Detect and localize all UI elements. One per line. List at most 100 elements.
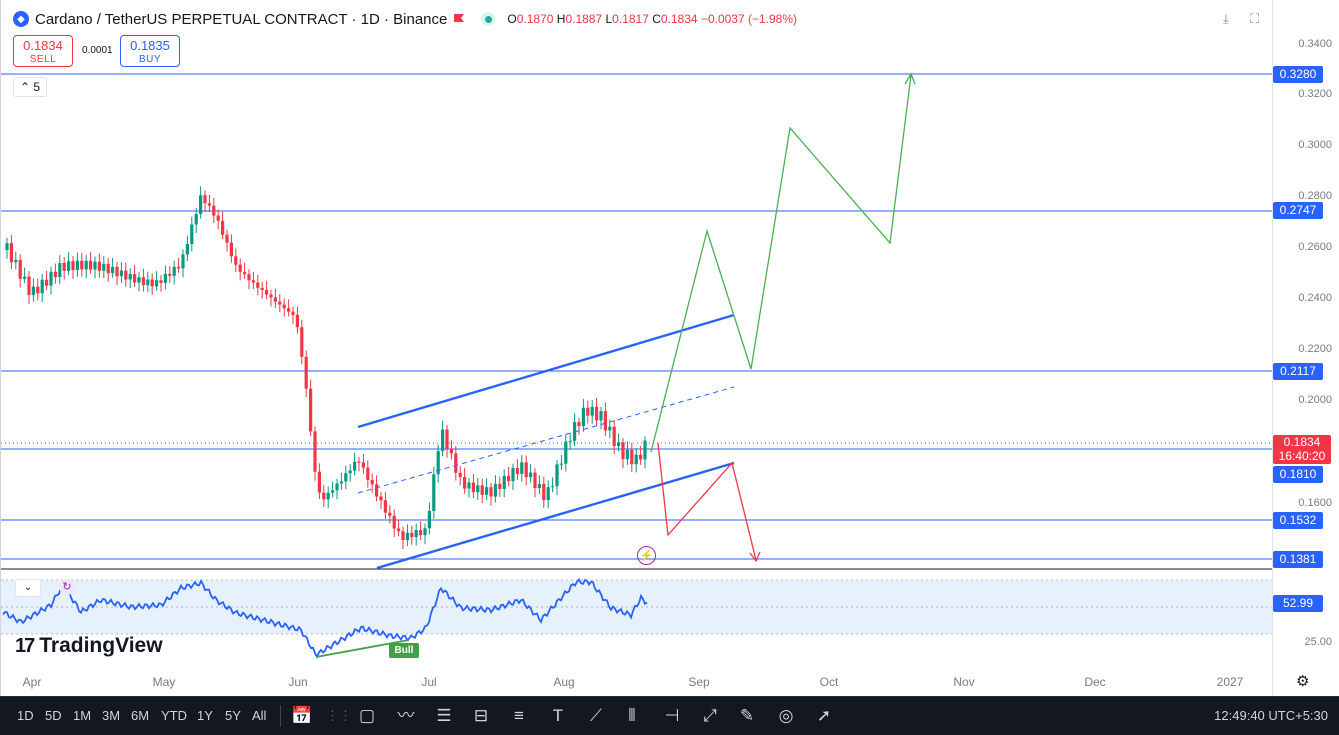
- candle-body: [234, 256, 238, 265]
- candle-body: [357, 461, 361, 463]
- candle-body: [467, 482, 471, 489]
- fib-retracement-icon[interactable]: ☰: [432, 704, 456, 728]
- range-5y-button[interactable]: 5Y: [225, 708, 241, 723]
- candle-body: [282, 304, 286, 309]
- alert-bolt-icon[interactable]: ⚡: [637, 546, 656, 565]
- candle-body: [71, 261, 75, 270]
- range-5d-button[interactable]: 5D: [45, 708, 62, 723]
- candle-body: [449, 448, 453, 454]
- range-6m-button[interactable]: 6M: [131, 708, 149, 723]
- tradingview-logo-text: TradingView: [39, 634, 163, 657]
- range-3m-button[interactable]: 3M: [102, 708, 120, 723]
- candle-body: [185, 244, 189, 255]
- candle-body: [427, 511, 431, 529]
- candle-body: [190, 224, 194, 245]
- candle-body: [159, 280, 163, 283]
- candle-body: [546, 487, 550, 501]
- candle-body: [511, 468, 515, 482]
- candle-body: [181, 254, 185, 269]
- market-open-status-icon[interactable]: [481, 12, 496, 26]
- candle-body: [295, 314, 299, 328]
- text-tool-icon[interactable]: T: [546, 704, 570, 728]
- candle-body: [216, 215, 220, 221]
- price-scale[interactable]: 0.3400 0.3200 0.3000 0.2800 0.2600 0.240…: [1272, 0, 1339, 696]
- candle-body: [520, 462, 524, 474]
- current-price-tag: 0.1834 16:40:20: [1273, 435, 1331, 464]
- sell-button[interactable]: 0.1834 SELL: [13, 35, 73, 67]
- range-all-button[interactable]: All: [252, 708, 266, 723]
- main-chart-pane[interactable]: ◆ Cardano / TetherUS PERPETUAL CONTRACT …: [0, 0, 1273, 696]
- flag-icon[interactable]: [453, 13, 465, 25]
- candle-body: [36, 286, 40, 294]
- bars-pattern-icon[interactable]: ⫴: [620, 704, 644, 728]
- candle-body: [84, 260, 88, 270]
- candle-body: [163, 273, 167, 283]
- candle-body: [150, 279, 154, 287]
- time-label-nov: Nov: [953, 675, 975, 689]
- long-position-icon[interactable]: ⊣: [660, 704, 684, 728]
- candle-body: [559, 463, 563, 465]
- buy-button[interactable]: 0.1835 BUY: [120, 35, 180, 67]
- eye-icon[interactable]: ◎: [774, 704, 798, 728]
- range-ytd-button[interactable]: YTD: [161, 708, 187, 723]
- candle-body: [238, 264, 242, 272]
- rsi-value-tag: 52.99: [1273, 595, 1323, 612]
- candle-body: [410, 532, 414, 538]
- level-tag-0.2117: 0.2117: [1273, 363, 1323, 380]
- xabcd-pattern-icon[interactable]: ⤢: [698, 704, 722, 728]
- candle-body: [388, 512, 392, 516]
- candle-body: [361, 462, 365, 468]
- candle-body: [322, 492, 326, 500]
- date-range-icon[interactable]: 📅: [290, 704, 314, 728]
- rsi-refresh-icon[interactable]: ↻: [59, 579, 75, 595]
- trend-line-icon[interactable]: ⟋: [584, 704, 608, 728]
- price-change: −0.0037 (−1.98%): [700, 12, 798, 26]
- candle-body: [287, 308, 291, 312]
- fullscreen-icon[interactable]: ⛶: [1250, 11, 1259, 27]
- rsi-tick: 25.00: [1304, 636, 1332, 648]
- candle-body: [331, 490, 335, 493]
- channel-mid-line: [357, 386, 735, 494]
- tradingview-logo[interactable]: 17 TradingView: [15, 634, 163, 658]
- time-axis[interactable]: Apr May Jun Jul Aug Sep Oct Nov Dec 2027: [1, 666, 1273, 696]
- spread-value: 0.0001: [82, 45, 113, 56]
- time-label-jul: Jul: [421, 675, 437, 689]
- rectangle-tool-icon[interactable]: ▢: [355, 704, 379, 728]
- rsi-collapse-button[interactable]: ⌄: [15, 579, 41, 597]
- symbol-header[interactable]: ◆ Cardano / TetherUS PERPETUAL CONTRACT …: [13, 8, 797, 30]
- candle-body: [414, 530, 418, 538]
- indicators-collapse-button[interactable]: ⌃ 5: [13, 77, 48, 97]
- candle-body: [40, 279, 44, 294]
- drag-handle-icon[interactable]: ⋮⋮: [326, 704, 352, 728]
- sell-price: 0.1834: [23, 38, 63, 53]
- level-tag-0.1532: 0.1532: [1273, 512, 1323, 529]
- candle-body: [141, 277, 145, 285]
- candle-body: [304, 356, 308, 389]
- candle-body: [515, 468, 519, 474]
- candle-body: [454, 453, 458, 473]
- candle-body: [168, 273, 172, 276]
- range-1d-button[interactable]: 1D: [17, 708, 34, 723]
- chart-canvas[interactable]: [1, 0, 1273, 696]
- price-range-icon[interactable]: ⊟: [469, 704, 493, 728]
- download-icon[interactable]: ⤓: [1223, 11, 1229, 27]
- parallel-channel-icon[interactable]: ≡: [507, 704, 531, 728]
- candle-body: [62, 262, 66, 271]
- arrow-tool-icon[interactable]: ➚: [812, 704, 836, 728]
- candle-body: [612, 426, 616, 447]
- brush-tool-icon[interactable]: ✎: [735, 704, 759, 728]
- candle-body: [102, 263, 106, 271]
- symbol-title[interactable]: Cardano / TetherUS PERPETUAL CONTRACT · …: [35, 11, 447, 28]
- bottom-toolbar: 1D 5D 1M 3M 6M YTD 1Y 5Y All 📅 ⋮⋮ ▢ 〰 ☰ …: [0, 696, 1339, 735]
- settings-gear-icon[interactable]: ⚙: [1296, 672, 1309, 690]
- candle-body: [551, 486, 555, 488]
- ohlc-values: O0.1870 H0.1887 L0.1817 C0.1834 −0.0037 …: [507, 12, 798, 26]
- path-tool-icon[interactable]: 〰: [394, 704, 418, 728]
- candle-body: [256, 282, 260, 288]
- range-1y-button[interactable]: 1Y: [197, 708, 213, 723]
- time-label-may: May: [152, 675, 176, 689]
- range-1m-button[interactable]: 1M: [73, 708, 91, 723]
- buy-price: 0.1835: [130, 38, 170, 53]
- candle-body: [379, 496, 383, 501]
- utc-clock[interactable]: 12:49:40 UTC+5:30: [1214, 708, 1328, 723]
